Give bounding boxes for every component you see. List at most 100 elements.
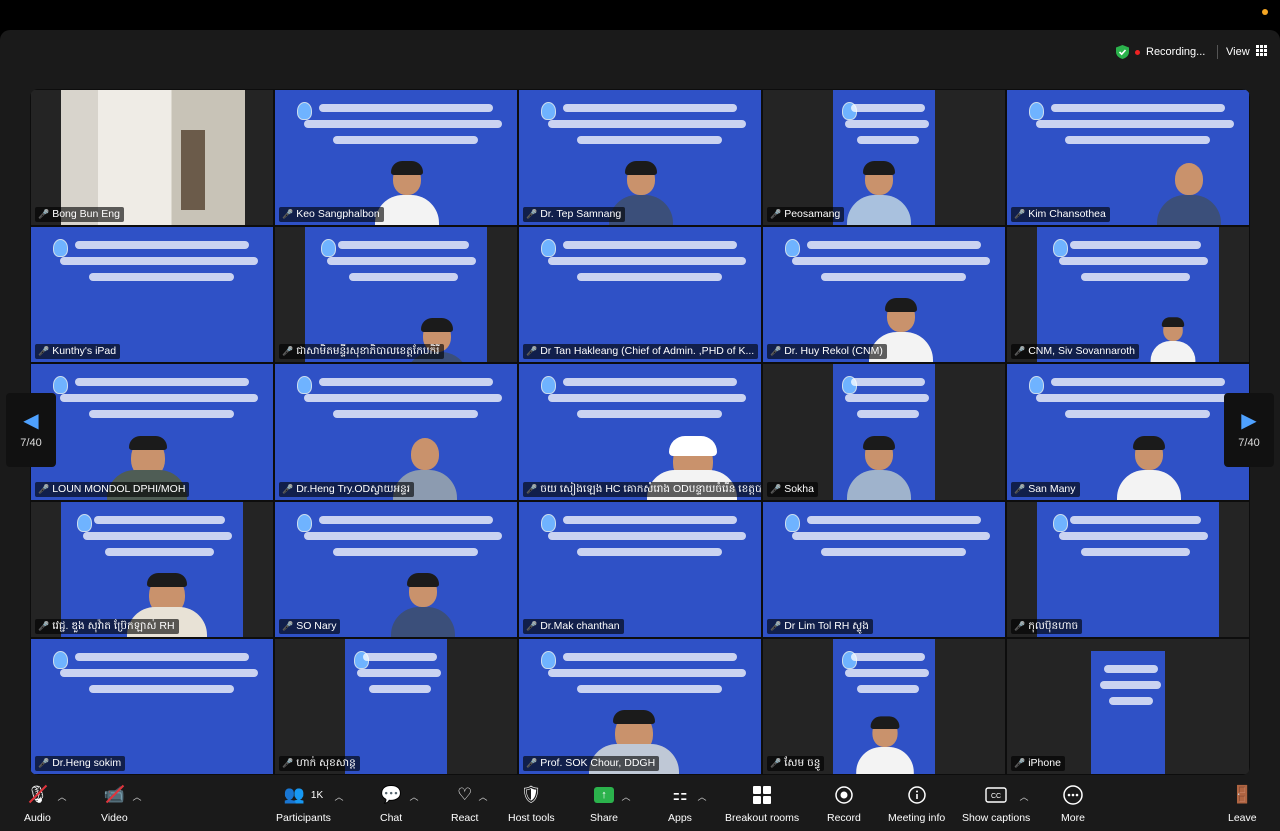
participant-tile[interactable]: 🎤 សែម ចន្ធូ (762, 637, 1006, 775)
share-button[interactable]: ↑ Share (590, 784, 618, 824)
previous-page-button[interactable]: ◀ 7/40 (6, 393, 56, 467)
participant-tile[interactable]: 🎤 Keo Sangphalbon (274, 89, 518, 227)
participants-button[interactable]: 👥 1K Participants (276, 784, 331, 824)
mic-muted-icon: 🎤 (282, 757, 294, 768)
gallery-grid: 🎤 Bong Bun Eng 🎤 Keo Sangphalbon 🎤 Dr. Tep … (30, 89, 1250, 775)
participant-name-tag: 🎤 ជាសាមិតមន្ទីរសុខាភិបាលខេត្តកែបកិរី (279, 344, 444, 360)
participant-tile[interactable]: 🎤 វេជ្ជ. ឌួង សុវ៉ាត ប្រ៊ែកឡាស់ RH (30, 500, 274, 638)
participant-tile[interactable]: 🎤 SO Nary (274, 500, 518, 638)
audio-button[interactable]: 🎙 Audio (24, 784, 51, 824)
view-label: View (1226, 46, 1250, 58)
mic-muted-icon: 🎤 (282, 483, 294, 494)
page-indicator-left: 7/40 (20, 437, 42, 449)
participant-name-tag: 🎤 Kunthy's iPad (35, 344, 121, 360)
participant-name-tag: 🎤 Kim Chansothea (1011, 207, 1110, 223)
chat-bubble-icon: 💬 (380, 785, 402, 804)
meeting-toolbar (0, 777, 1280, 831)
participant-tile[interactable]: 🎤 San Many (1006, 363, 1250, 501)
participant-tile[interactable]: 🎤 Bong Bun Eng (30, 89, 274, 227)
recording-indicator[interactable]: Recording... (1116, 43, 1205, 61)
participant-name-tag: 🎤 SO Nary (279, 618, 341, 634)
participant-video (847, 435, 911, 500)
chevron-up-icon: ︿ (409, 792, 419, 802)
participant-tile[interactable]: 🎤 Dr.Mak chanthan (518, 500, 762, 638)
recording-label: Recording... (1146, 46, 1206, 58)
participant-name-tag: 🎤 ចយ សៀងឡេង HC គោកសំរោង ODបន្ទាយចំរើន ខេត… (523, 481, 761, 497)
slide-banner (1091, 650, 1165, 774)
video-feed-hallway (61, 90, 245, 226)
microphone-muted-icon: 🎙 (26, 785, 49, 804)
participant-video (1117, 435, 1181, 500)
participant-name-tag: 🎤 CNM, Siv Sovannaroth (1011, 344, 1140, 360)
participant-name-tag: 🎤 Peosamang (767, 207, 845, 223)
participant-tile[interactable]: 🎤 Dr. Tep Samnang (518, 89, 762, 227)
participant-name-tag: 🎤 Dr.Mak chanthan (523, 618, 624, 634)
participant-tile[interactable]: 🎤 Dr. Huy Rekol (CNM) (762, 226, 1006, 364)
more-button[interactable]: More (1061, 784, 1085, 824)
chevron-up-icon: ︿ (697, 792, 707, 802)
mic-muted-icon: 🎤 (38, 346, 50, 357)
participant-tile[interactable]: 🎤 Peosamang (762, 89, 1006, 227)
participant-tile[interactable]: 🎤 Kunthy's iPad (30, 226, 274, 364)
participant-tile[interactable]: 🎤 Dr.Heng Try.ODស្វាយអន្ទរ (274, 363, 518, 501)
participant-tile[interactable]: 🎤 CNM, Siv Sovannaroth (1006, 226, 1250, 364)
next-page-button[interactable]: ▶ 7/40 (1224, 393, 1274, 467)
slide-banner (31, 227, 273, 363)
participant-video (1150, 317, 1196, 363)
participant-tile[interactable]: 🎤 iPhone (1006, 637, 1250, 775)
react-button[interactable]: ♡ React (451, 784, 478, 824)
participant-tile[interactable]: 🎤 ជាសាមិតមន្ទីរសុខាភិបាលខេត្តកែបកិរី (274, 226, 518, 364)
participant-name-tag: 🎤 Dr. Tep Samnang (523, 207, 626, 223)
participant-tile[interactable]: 🎤 Prof. SOK Chour, DDGH (518, 637, 762, 775)
participant-name-tag: 🎤 Dr. Huy Rekol (CNM) (767, 344, 887, 360)
participant-name-tag: 🎤 ហាក់ សុខសាន្ត (279, 755, 360, 771)
participant-tile[interactable]: 🎤 ហាក់ សុខសាន្ត (274, 637, 518, 775)
participant-tile[interactable]: 🎤 Dr Tan Hakleang (Chief of Admin. ,PHD o… (518, 226, 762, 364)
mic-muted-icon: 🎤 (526, 483, 538, 494)
participant-name-tag: 🎤 Dr.Heng sokim (35, 755, 126, 771)
mic-muted-icon: 🎤 (282, 346, 294, 357)
mic-muted-icon: 🎤 (282, 209, 294, 220)
participant-name-tag: 🎤 សែម ចន្ធូ (767, 755, 825, 771)
chevron-up-icon: ︿ (132, 792, 142, 802)
participant-name-tag: 🎤 កុលប៊ុនហាច (1011, 618, 1083, 634)
participant-name-tag: 🎤 Prof. SOK Chour, DDGH (523, 755, 660, 771)
view-button[interactable]: View (1226, 43, 1267, 61)
video-button[interactable]: 📹 Video (101, 784, 128, 824)
participant-tile[interactable]: 🎤 Kim Chansothea (1006, 89, 1250, 227)
chevron-up-icon: ︿ (57, 792, 67, 802)
mic-muted-icon: 🎤 (38, 483, 50, 494)
participant-tile[interactable]: 🎤 កុលប៊ុនហាច (1006, 500, 1250, 638)
slide-banner (31, 638, 273, 774)
slide-banner (519, 227, 761, 363)
shield-icon: 🛡 (520, 785, 543, 804)
host-tools-button[interactable]: 🛡 Host tools (508, 784, 555, 824)
record-icon (835, 784, 853, 806)
mic-muted-icon: 🎤 (526, 209, 538, 220)
svg-text:CC: CC (991, 793, 1001, 800)
participant-tile[interactable]: 🎤 Dr.Heng sokim (30, 637, 274, 775)
participant-tile[interactable]: 🎤 Sokha (762, 363, 1006, 501)
participant-name-tag: 🎤 San Many (1011, 481, 1080, 497)
participant-tile[interactable]: 🎤 Dr Lim Tol RH ស្ទូង (762, 500, 1006, 638)
mic-muted-icon: 🎤 (38, 209, 50, 220)
participant-video (375, 161, 439, 226)
people-icon: 👥 1K (283, 785, 324, 804)
mic-muted-icon: 🎤 (1014, 757, 1026, 768)
participant-tile[interactable]: 🎤 ចយ សៀងឡេង HC គោកសំរោង ODបន្ទាយចំរើន ខេត… (518, 363, 762, 501)
mic-muted-icon: 🎤 (770, 483, 782, 494)
apps-button[interactable]: ⚏ Apps (668, 784, 692, 824)
participant-name-tag: 🎤 LOUN MONDOL DPHI/MOH (35, 481, 190, 497)
breakout-rooms-button[interactable]: Breakout rooms (725, 784, 799, 824)
participant-tile[interactable]: 🎤 LOUN MONDOL DPHI/MOH (30, 363, 274, 501)
leave-button[interactable]: 🚪 Leave (1228, 784, 1257, 824)
record-button[interactable]: Record (827, 784, 861, 824)
closed-captions-icon: CC (985, 784, 1007, 806)
triangle-left-icon: ◀ (23, 410, 39, 432)
slide-banner (519, 501, 761, 637)
mic-muted-icon: 🎤 (38, 620, 50, 631)
participants-count: 1K (310, 789, 324, 801)
chat-button[interactable]: 💬 Chat (380, 784, 402, 824)
meeting-info-button[interactable]: Meeting info (888, 784, 945, 824)
participant-name-tag: 🎤 iPhone (1011, 755, 1065, 771)
